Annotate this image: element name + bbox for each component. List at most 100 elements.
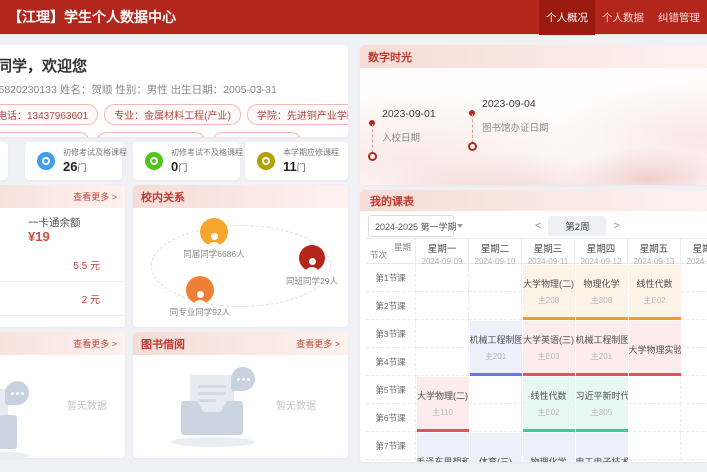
course-name: 物理化学 xyxy=(523,455,575,463)
stat-unit: 门 xyxy=(178,163,187,173)
timetable-day-header: 星期四2024-09-12 xyxy=(575,238,628,264)
relations-card-title: 校内关系 xyxy=(141,189,185,205)
timeline-line xyxy=(372,124,373,153)
campus-card-balance-card: 查看更多 > 一卡通余额 ¥19 5.5 元2 元5.5 元 xyxy=(0,185,125,327)
period-label-cell: 第6节课 xyxy=(366,404,416,432)
course-block[interactable]: 大学英语(三)主E03 xyxy=(523,321,575,376)
course-block[interactable]: 毛泽东思想和中... xyxy=(417,433,469,463)
day-name: 星期六 xyxy=(681,241,707,255)
nav-item-个人概况[interactable]: 个人概况 xyxy=(539,0,595,35)
period-label-cell: 第3节课 xyxy=(366,320,416,348)
timetable-cell xyxy=(469,404,522,432)
stat-card-partial xyxy=(0,142,8,180)
student-tag: 专业：金属材料工程(产业) xyxy=(104,104,241,125)
timetable-cell xyxy=(681,404,707,432)
next-week-button[interactable]: > xyxy=(613,221,619,232)
student-tag: 培养层次：普通本科 xyxy=(96,132,206,137)
current-week-label: 第2周 xyxy=(548,216,606,236)
semester-select[interactable]: 2024-2025 第一学期 xyxy=(368,215,454,237)
app-header: 【江理】学生个人数据中心 个人概况个人数据纠错管理 xyxy=(0,0,707,35)
course-room: 主201 xyxy=(576,351,628,362)
bottom-left-card-header: 查看更多 > xyxy=(0,332,125,355)
timetable-cell xyxy=(628,432,681,460)
no-data-text: 暂无数据 xyxy=(276,397,316,412)
timetable-cell xyxy=(628,376,681,404)
timeline-ring xyxy=(368,152,377,161)
nav-item-纠错管理[interactable]: 纠错管理 xyxy=(651,0,707,35)
course-block[interactable]: 线性代数主E02 xyxy=(523,377,575,432)
student-tags-row2: 班级：23金材(产业)1班培养层次：普通本科在读状态：在读 xyxy=(0,132,348,137)
nav-item-个人数据[interactable]: 个人数据 xyxy=(595,0,651,35)
balance-view-more-link[interactable]: 查看更多 > xyxy=(73,190,117,203)
period-label-cell: 第5节课 xyxy=(366,376,416,404)
timetable-day-header: 星期一2024-09-09 xyxy=(416,238,469,264)
relation-node-label: 同班同学29人 xyxy=(262,275,348,287)
balance-value: ¥19 xyxy=(28,229,50,244)
corner-week-label: 星期 xyxy=(394,241,411,253)
digital-time-card: 数字时光 2023-09-01入校日期2023-09-04图书馆办证日期 xyxy=(360,45,707,185)
welcome-title: 贺顺同学，欢迎您 xyxy=(0,55,348,76)
stat-value: 0门 xyxy=(171,160,243,173)
relations-card-header: 校内关系 xyxy=(133,185,348,208)
shadow-ellipse xyxy=(171,437,255,447)
course-room: 主208 xyxy=(523,295,575,306)
course-name: 线性代数 xyxy=(629,277,681,290)
course-room: 主308 xyxy=(576,295,628,306)
bottom-left-card: 查看更多 > 暂无数据 xyxy=(0,332,125,458)
balance-card-header: 查看更多 > xyxy=(0,185,125,208)
stat-card: 初修考试及格课程26门 xyxy=(25,142,122,180)
person-icon xyxy=(193,291,207,304)
chat-bubble-icon xyxy=(5,381,29,405)
day-name: 星期一 xyxy=(416,241,468,255)
course-name: 体育(三) xyxy=(470,455,522,463)
course-block[interactable]: 物理化学 xyxy=(523,433,575,463)
timetable-day-header: 星期三2024-09-11 xyxy=(522,238,575,264)
course-block[interactable]: 电工电子技术 xyxy=(576,433,628,463)
day-name: 星期五 xyxy=(628,241,680,255)
course-name: 线性代数 xyxy=(523,389,575,402)
stat-label: 初修考试不及格课程 xyxy=(171,149,243,157)
course-block[interactable]: 机械工程制图主201 xyxy=(576,321,628,376)
course-block[interactable]: 体育(三) xyxy=(470,433,522,463)
student-tag: 在读状态：在读 xyxy=(212,132,302,137)
timetable-day-header: 星期六2024-09-14 xyxy=(681,238,707,264)
prev-week-button[interactable]: < xyxy=(535,221,541,232)
course-block[interactable]: 大学物理(二)主208 xyxy=(523,265,575,320)
chevron-down-icon xyxy=(457,224,463,228)
course-room: 主201 xyxy=(470,351,522,362)
course-block[interactable]: 大学物理(二)主110 xyxy=(417,377,469,432)
course-block[interactable]: 线性代数主E02 xyxy=(629,265,681,320)
course-count-icon xyxy=(37,152,55,170)
course-count-icon xyxy=(145,152,163,170)
course-name: 大学物理实验 xyxy=(629,343,681,356)
course-room: 主E02 xyxy=(523,407,575,418)
week-navigation: < 第2周 > xyxy=(535,215,620,237)
timeline-ring xyxy=(468,142,477,151)
stat-unit: 门 xyxy=(77,163,86,173)
timetable-toolbar: 2024-2025 第一学期 < 第2周 > xyxy=(360,211,707,239)
stat-card: 本学期应修课程11门 xyxy=(245,142,348,180)
timeline-card-header: 数字时光 xyxy=(360,45,707,68)
relation-node xyxy=(299,245,325,271)
timetable-cell xyxy=(628,404,681,432)
course-block[interactable]: 物理化学主308 xyxy=(576,265,628,320)
course-block[interactable]: 习近平新时代中...主305 xyxy=(576,377,628,432)
library-card-title: 图书借阅 xyxy=(141,336,185,352)
course-block[interactable]: 机械工程制图主201 xyxy=(470,321,522,376)
library-view-more-link[interactable]: 查看更多 > xyxy=(296,337,340,350)
timeline-date: 2023-09-01 xyxy=(382,108,436,120)
student-tag: 联系电话：13437963601 xyxy=(0,104,98,125)
course-room: 主110 xyxy=(417,407,469,418)
day-name: 星期三 xyxy=(522,241,574,255)
timetable-cell xyxy=(681,348,707,376)
bottom-left-view-more-link[interactable]: 查看更多 > xyxy=(73,337,117,350)
my-timetable-card: 我的课表 2024-2025 第一学期 < 第2周 > 星期节次星期一2024-… xyxy=(360,190,707,462)
course-name: 大学英语(三) xyxy=(523,333,575,346)
timetable-card-header: 我的课表 xyxy=(360,190,707,211)
course-block[interactable]: 大学物理实验 xyxy=(629,321,681,376)
transaction-list: 5.5 元2 元5.5 元 xyxy=(0,248,125,327)
period-label-cell: 第2节课 xyxy=(366,292,416,320)
period-label-cell: 第7节课 xyxy=(366,432,416,460)
person-icon xyxy=(207,233,221,246)
chat-bubble-icon xyxy=(231,367,255,391)
